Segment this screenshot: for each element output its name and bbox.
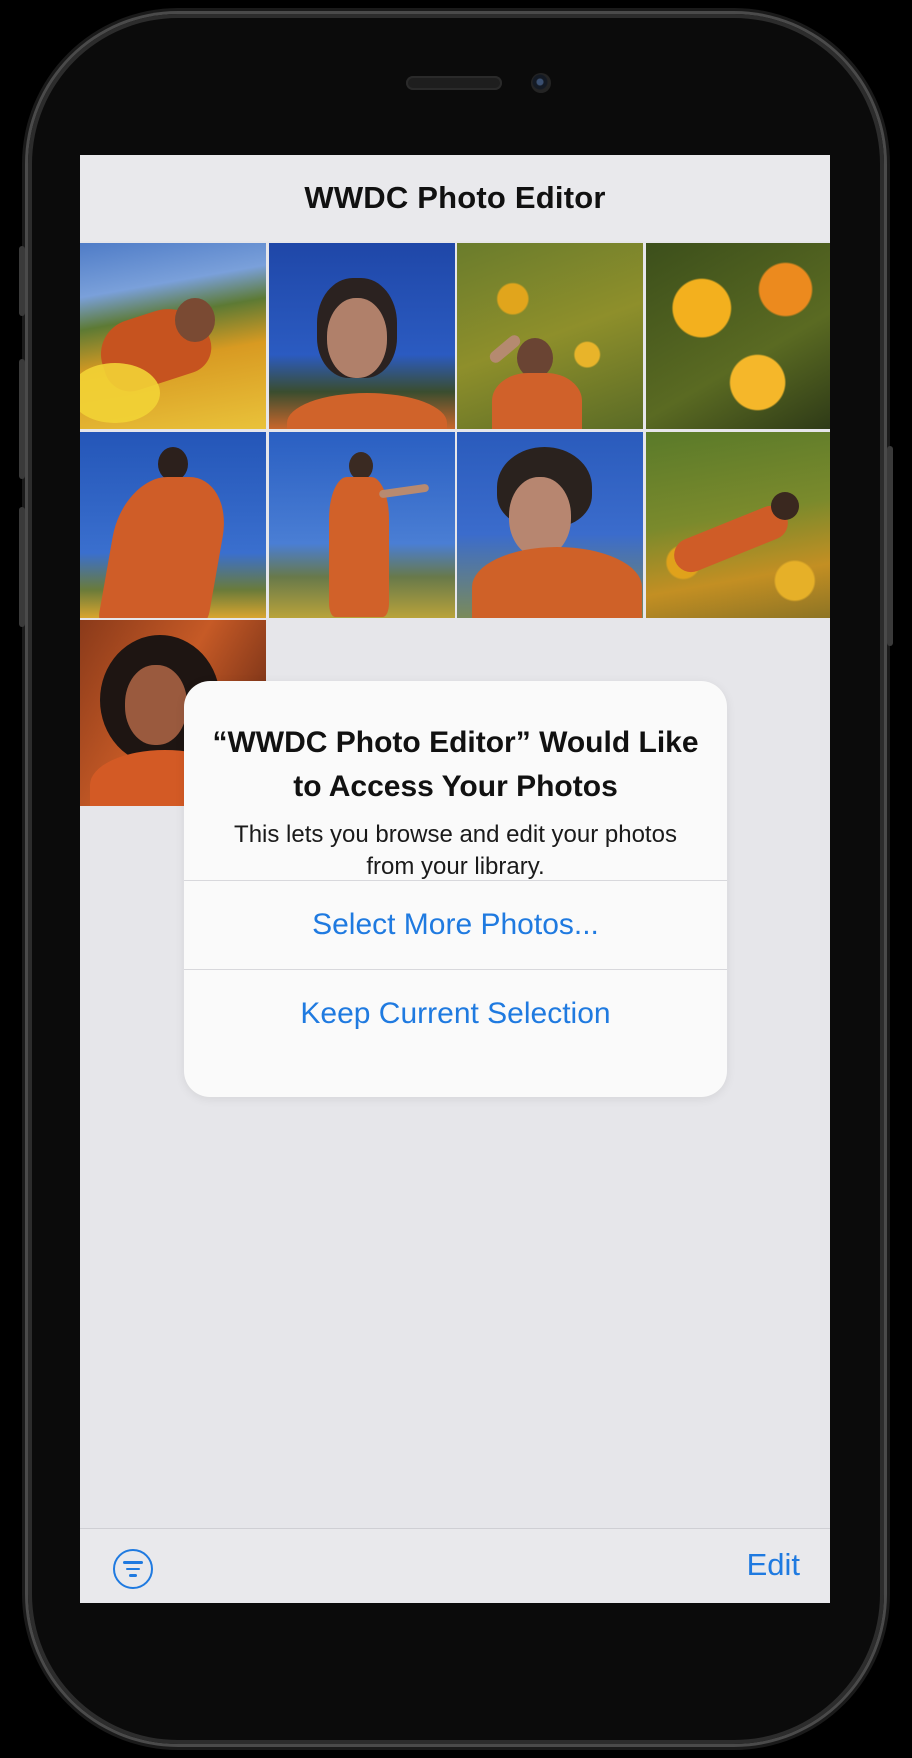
volume-down-button <box>19 507 25 627</box>
photo-woman-smiling-blue-sky[interactable] <box>268 243 455 429</box>
page-title: WWDC Photo Editor <box>304 180 606 215</box>
photo-woman-in-orange-dress-low-angle[interactable] <box>80 431 266 618</box>
filter-circle-icon[interactable] <box>113 1549 153 1589</box>
photo-woman-lying-on-hillside[interactable] <box>645 431 830 618</box>
select-more-photos-button[interactable]: Select More Photos... <box>184 880 727 969</box>
navigation-bar: WWDC Photo Editor <box>80 155 830 241</box>
alert-title: “WWDC Photo Editor” Would Like to Access… <box>212 726 699 803</box>
volume-up-button <box>19 359 25 479</box>
alert-body: “WWDC Photo Editor” Would Like to Access… <box>184 681 727 880</box>
mute-switch <box>19 246 25 316</box>
edit-button[interactable]: Edit <box>747 1547 800 1583</box>
keep-current-selection-button[interactable]: Keep Current Selection <box>184 969 727 1058</box>
bottom-toolbar: Edit <box>80 1528 830 1603</box>
power-button <box>887 446 893 646</box>
photo-woman-shading-eyes-in-field[interactable] <box>457 243 644 429</box>
alert-message: This lets you browse and edit your photo… <box>234 821 677 880</box>
earpiece-speaker <box>406 76 502 90</box>
app-screen: WWDC Photo Editor “WWDC Photo Editor” Wo… <box>80 155 830 1603</box>
photo-woman-in-orange-dress-hillside[interactable] <box>268 431 455 618</box>
front-camera <box>531 73 551 93</box>
photo-woman-short-hair-portrait[interactable] <box>457 431 644 618</box>
photo-yellow-orange-flowers[interactable] <box>645 243 830 429</box>
photo-woman-lying-in-flowers[interactable] <box>80 243 266 429</box>
photo-access-alert: “WWDC Photo Editor” Would Like to Access… <box>184 681 727 1097</box>
